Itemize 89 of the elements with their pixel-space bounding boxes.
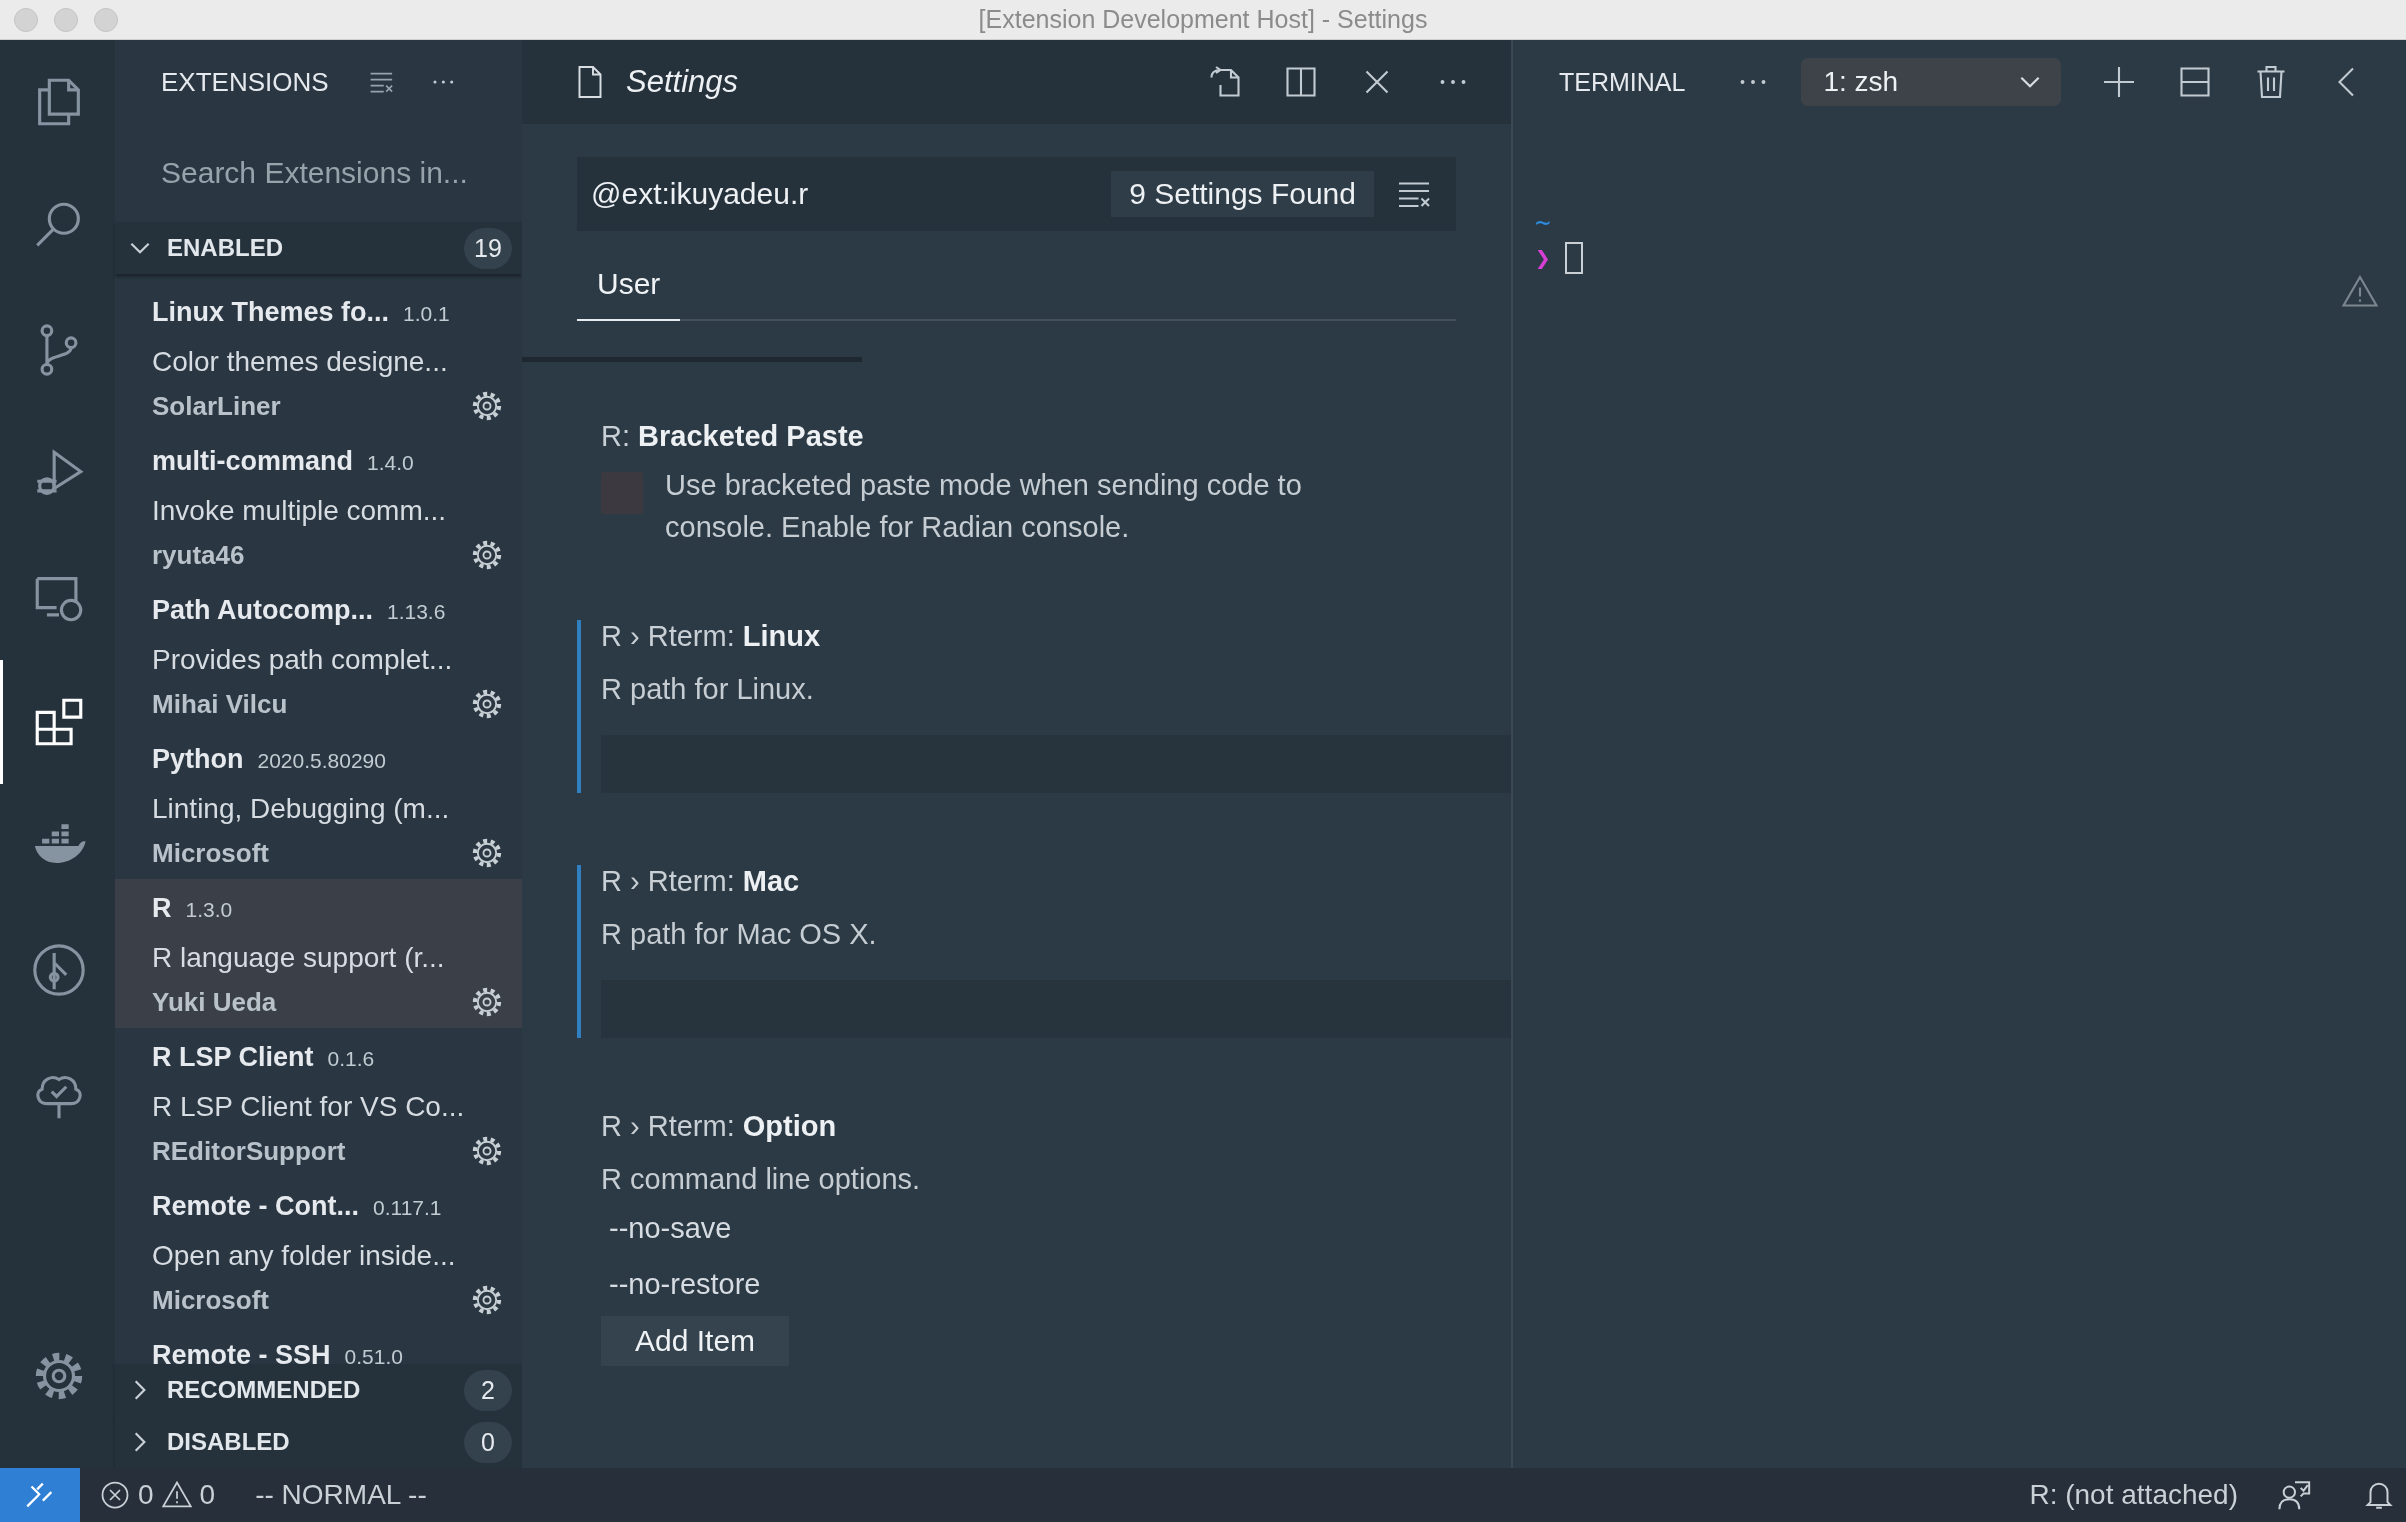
- extension-item[interactable]: Remote - Cont... 0.117.1 Open any folder inside... Microsoft: [115, 1177, 522, 1326]
- publisher-name: Microsoft: [152, 837, 269, 869]
- gear-icon[interactable]: [470, 538, 504, 572]
- warning-icon: [2342, 274, 2378, 310]
- setting-description: R path for Linux.: [601, 672, 815, 707]
- publisher-name: Mihai Vilcu: [152, 688, 288, 720]
- version-label: 1.3.0: [185, 898, 233, 922]
- setting-title: R › Rterm: Option: [601, 1110, 838, 1144]
- warning-icon: [161, 1480, 192, 1510]
- warning-count: 0: [199, 1479, 216, 1511]
- version-label: 1.0.1: [403, 302, 450, 326]
- gear-icon[interactable]: [470, 389, 504, 423]
- terminal-text: ~: [1535, 207, 1551, 237]
- git-graph-icon: [30, 941, 88, 999]
- scope-tab[interactable]: User: [577, 259, 681, 321]
- version-label: 1.4.0: [367, 451, 414, 475]
- version-label: 1.13.6: [387, 600, 446, 624]
- extension-description: Provides path complet...: [152, 643, 454, 677]
- publisher-name: SolarLiner: [152, 390, 281, 422]
- extension-name: multi-command: [152, 446, 353, 477]
- version-label: 0.117.1: [373, 1196, 442, 1220]
- extension-name: Path Autocomp...: [152, 595, 373, 626]
- setting-description: R command line options.: [601, 1162, 922, 1197]
- publisher-name: REditorSupport: [152, 1135, 346, 1167]
- split-editor-icon[interactable]: [1283, 64, 1319, 100]
- extension-name: R: [152, 893, 172, 924]
- extension-description: Linting, Debugging (m...: [152, 792, 451, 826]
- extension-name: Python: [152, 744, 244, 775]
- extension-item[interactable]: Path Autocomp... 1.13.6 Provides path complet... Mihai Vilcu: [115, 581, 522, 730]
- vim-mode: -- NORMAL --: [255, 1479, 427, 1511]
- publisher-name: ryuta46: [152, 539, 245, 571]
- extension-name: R LSP Client: [152, 1042, 314, 1073]
- section-header[interactable]: DISABLED 0: [115, 1416, 522, 1468]
- version-label: 2020.5.80290: [257, 749, 386, 773]
- extension-name: Remote - Cont...: [152, 1191, 359, 1222]
- section-header[interactable]: ENABLED 19: [115, 222, 522, 274]
- count-badge: 19: [464, 227, 512, 269]
- panel-title[interactable]: TERMINAL: [1559, 67, 1686, 97]
- extension-item[interactable]: R LSP Client 0.1.6 R LSP Client for VS Co... REditorSupport: [115, 1028, 522, 1177]
- error-icon: [100, 1480, 130, 1510]
- error-count: 0: [138, 1479, 154, 1511]
- result-count: 9 Settings Found: [1111, 171, 1374, 217]
- extension-item[interactable]: multi-command 1.4.0 Invoke multiple comm... ryuta46: [115, 432, 522, 581]
- add-item-button[interactable]: Add Item: [601, 1316, 790, 1366]
- search-field[interactable]: @ext:ikuyadeu.r: [591, 177, 1112, 211]
- gear-icon[interactable]: [470, 836, 504, 870]
- section-label: ENABLED: [167, 234, 284, 262]
- open-json-icon[interactable]: [1207, 64, 1243, 100]
- extension-description: Invoke multiple comm...: [152, 494, 448, 528]
- extension-description: Open any folder inside...: [152, 1239, 457, 1273]
- setting-title: R › Rterm: Mac: [601, 865, 801, 899]
- terminal-dropdown[interactable]: 1: zsh: [1801, 58, 2062, 106]
- list-item[interactable]: --no-save: [601, 1200, 1511, 1256]
- extension-item[interactable]: Linux Themes fo... 1.0.1 Color themes designe... SolarLiner: [115, 283, 522, 432]
- count-badge: 0: [464, 1421, 512, 1463]
- window-title: [Extension Development Host] - Settings: [978, 5, 1428, 34]
- extension-item[interactable]: R 1.3.0 R language support (r... Yuki Ueda: [115, 879, 522, 1028]
- remote-button[interactable]: [0, 1468, 80, 1522]
- version-label: 0.51.0: [344, 1345, 403, 1364]
- extension-name: Remote - SSH: [152, 1340, 331, 1364]
- section-header[interactable]: RECOMMENDED 2: [115, 1364, 522, 1416]
- feedback-icon[interactable]: [2278, 1478, 2312, 1512]
- r-status[interactable]: R: (not attached): [2029, 1479, 2238, 1511]
- problems-status[interactable]: 0 0: [100, 1479, 216, 1511]
- publisher-name: Microsoft: [152, 1284, 269, 1316]
- extension-item[interactable]: Remote - SSH 0.51.0: [115, 1326, 522, 1364]
- extension-description: R LSP Client for VS Co...: [152, 1090, 466, 1124]
- extension-name: Linux Themes fo...: [152, 297, 390, 328]
- extension-description: Color themes designe...: [152, 345, 449, 379]
- gear-icon[interactable]: [470, 985, 504, 1019]
- extension-item[interactable]: Python 2020.5.80290 Linting, Debugging (m... Microsoft: [115, 730, 522, 879]
- list-item[interactable]: --no-restore: [601, 1256, 1511, 1312]
- sidebar-title: EXTENSIONS: [161, 66, 329, 98]
- setting-title: R: Bracketed Paste: [601, 420, 865, 454]
- section-label: DISABLED: [167, 1428, 291, 1456]
- setting-description: Use bracketed paste mode when sending code to console. Enable for Radian console.: [665, 468, 1303, 545]
- count-badge: 2: [464, 1369, 512, 1411]
- gear-icon[interactable]: [470, 1283, 504, 1317]
- setting-description: R path for Mac OS X.: [601, 917, 878, 952]
- setting-title: R › Rterm: Linux: [601, 620, 822, 654]
- tab-title: Settings: [626, 64, 738, 100]
- publisher-name: Yuki Ueda: [152, 986, 277, 1018]
- gear-icon[interactable]: [470, 1134, 504, 1168]
- gear-icon[interactable]: [470, 687, 504, 721]
- text-cursor: [1564, 242, 1583, 274]
- version-label: 0.1.6: [327, 1047, 375, 1071]
- extension-description: R language support (r...: [152, 941, 446, 975]
- section-label: RECOMMENDED: [167, 1376, 362, 1404]
- prompt-symbol: ❯: [1535, 243, 1551, 273]
